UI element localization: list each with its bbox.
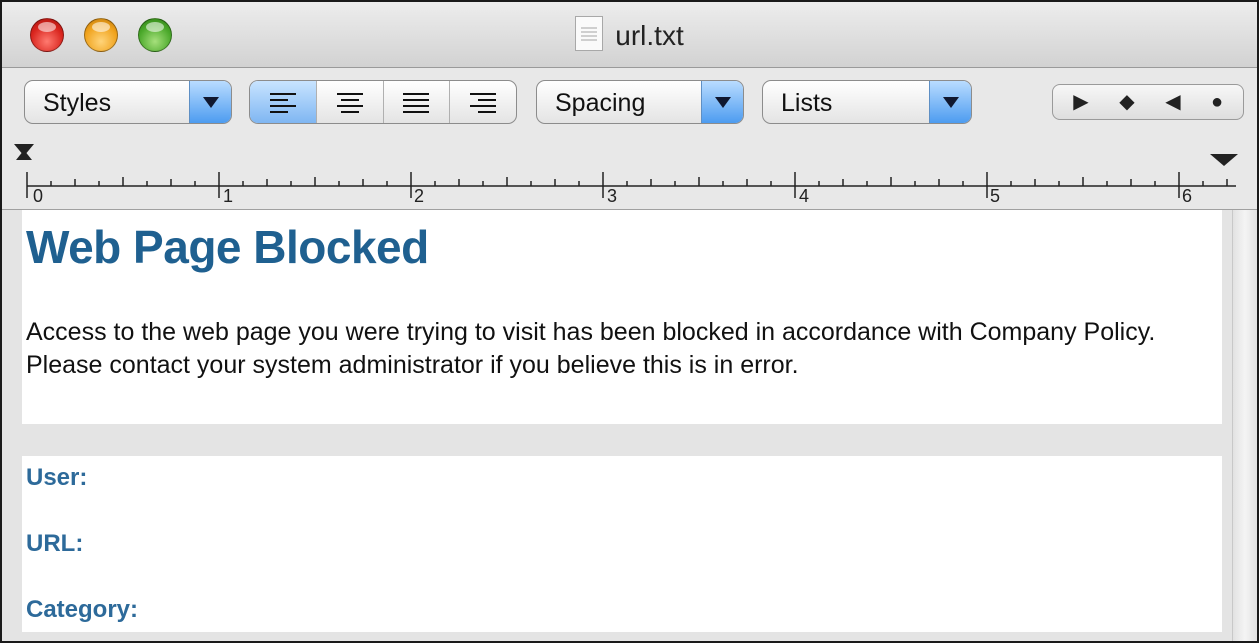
document-area[interactable]: Web Page Blocked Access to the web page … (2, 210, 1257, 641)
vertical-scrollbar[interactable] (1232, 210, 1257, 641)
user-field-label: User: (26, 464, 88, 491)
align-center-button[interactable] (315, 81, 383, 123)
align-center-icon (336, 93, 363, 117)
url-field-label: URL: (26, 530, 84, 557)
spacing-dropdown[interactable]: Spacing (536, 80, 744, 124)
window-title: url.txt (615, 20, 684, 51)
ruler-label: 0 (33, 186, 44, 206)
left-indent-marker[interactable] (16, 150, 32, 160)
styles-dropdown-label: Styles (43, 89, 112, 117)
tab-stop-controls: ▶ ◆ ◀ ● (1052, 84, 1244, 120)
ruler-label: 2 (414, 186, 425, 206)
details-panel: User: URL: Category: (22, 456, 1222, 632)
ruler[interactable]: 0 1 2 3 4 5 6 (2, 140, 1257, 210)
align-right-icon (470, 93, 497, 117)
alignment-segmented-control[interactable] (249, 80, 517, 124)
justify-button[interactable] (382, 81, 450, 123)
circle-icon[interactable]: ● (1197, 85, 1237, 119)
diamond-icon[interactable]: ◆ (1107, 85, 1147, 119)
chevron-down-icon (189, 81, 231, 123)
play-left-icon[interactable]: ◀ (1153, 85, 1193, 119)
chevron-down-icon (701, 81, 743, 123)
ruler-label: 5 (990, 186, 1001, 206)
styles-dropdown[interactable]: Styles (24, 80, 232, 124)
category-field-label: Category: (26, 596, 139, 623)
ruler-label: 4 (799, 186, 810, 206)
chevron-down-icon (929, 81, 971, 123)
ruler-label: 6 (1182, 186, 1193, 206)
blocked-message: Access to the web page you were trying t… (26, 318, 1156, 379)
format-toolbar: Styles Spacing Lists ▶ ◆ ◀ ● (2, 68, 1257, 140)
spacing-dropdown-label: Spacing (555, 89, 646, 117)
document-icon (575, 16, 604, 51)
page-title: Web Page Blocked (26, 221, 429, 273)
message-panel: Web Page Blocked Access to the web page … (22, 210, 1222, 424)
justify-icon (403, 93, 430, 117)
lists-dropdown-label: Lists (781, 89, 833, 117)
play-right-icon[interactable]: ▶ (1061, 85, 1101, 119)
align-right-button[interactable] (449, 81, 516, 123)
lists-dropdown[interactable]: Lists (762, 80, 972, 124)
right-margin-marker[interactable] (1210, 154, 1238, 166)
ruler-ticks (14, 144, 1238, 198)
window-title-area: url.txt (2, 16, 1257, 52)
align-left-icon (269, 93, 296, 117)
ruler-label: 3 (607, 186, 618, 206)
text-edit-window: url.txt Styles Spacing Lists ▶ ◆ ◀ ● 0 1… (0, 0, 1259, 643)
title-bar[interactable]: url.txt (2, 2, 1257, 68)
ruler-label: 1 (223, 186, 234, 206)
align-left-button[interactable] (250, 81, 316, 123)
